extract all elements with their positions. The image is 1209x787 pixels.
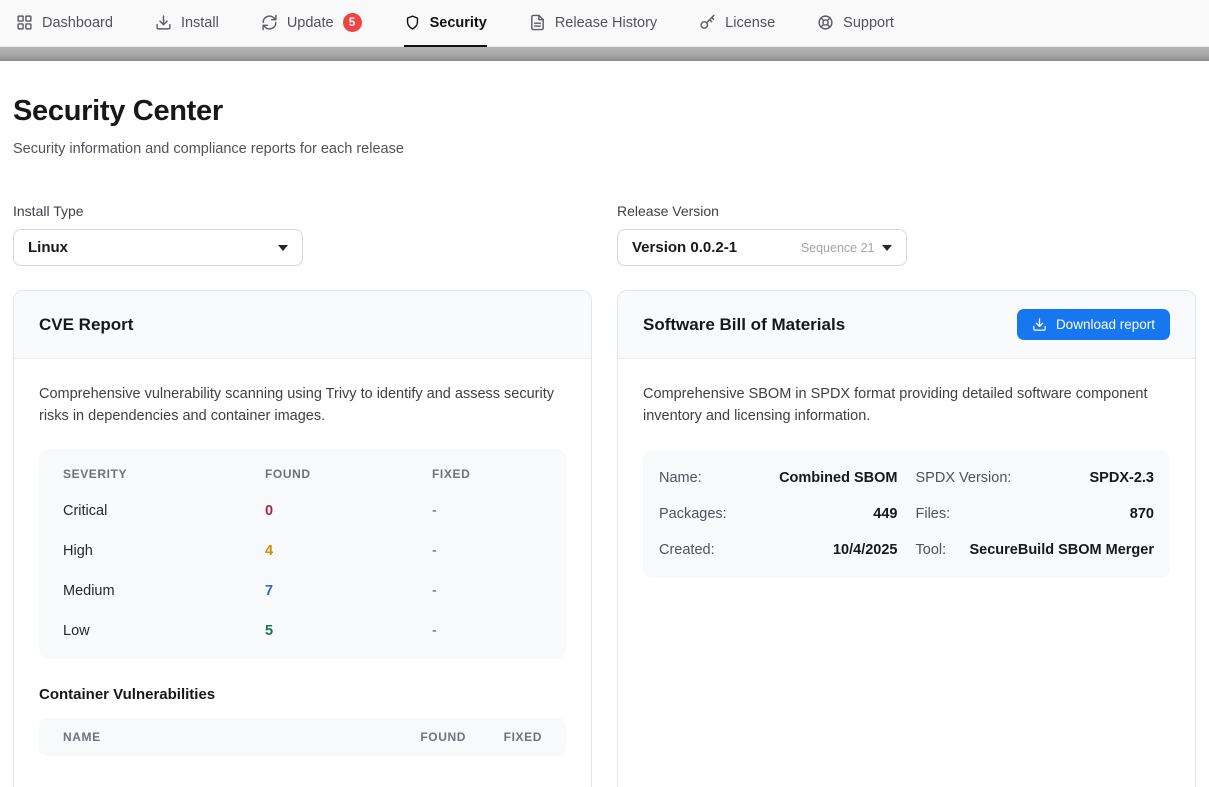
main-content: Security Center Security information and… (0, 95, 1209, 787)
install-type-filter: Install Type Linux (13, 203, 592, 266)
nav-item-dashboard[interactable]: Dashboard (16, 0, 113, 47)
field-value: SecureBuild SBOM Merger (969, 542, 1154, 558)
fixed-count: - (432, 623, 542, 639)
nav-label: Release History (555, 15, 657, 31)
sbom-field-packages: Packages: 449 (659, 496, 898, 532)
nav-item-release-history[interactable]: Release History (529, 0, 657, 47)
field-label: Tool: (916, 542, 947, 558)
top-scroll-shadow (0, 47, 1209, 61)
nav-label: Update (287, 15, 334, 31)
cve-card-title: CVE Report (39, 315, 133, 335)
nav-label: Security (430, 15, 487, 31)
sbom-card-body: Comprehensive SBOM in SPDX format provid… (618, 359, 1195, 603)
nav-item-update[interactable]: Update 5 (261, 0, 362, 47)
field-label: Files: (916, 506, 951, 522)
top-navigation: Dashboard Install Update 5 Security Rele… (0, 0, 1209, 47)
table-row: Critical 0 - (63, 491, 542, 531)
cve-card-header: CVE Report (14, 291, 591, 359)
cve-description: Comprehensive vulnerability scanning usi… (39, 384, 564, 427)
found-count: 4 (265, 543, 432, 559)
fixed-count: - (432, 543, 542, 559)
download-icon (155, 14, 172, 31)
sbom-card-header: Software Bill of Materials Download repo… (618, 291, 1195, 359)
severity-name: Low (63, 623, 265, 639)
field-label: Created: (659, 542, 715, 558)
report-cards: CVE Report Comprehensive vulnerability s… (13, 290, 1196, 787)
nav-label: Support (843, 15, 894, 31)
sbom-field-created: Created: 10/4/2025 (659, 532, 898, 568)
container-vulnerabilities-table-header: NAME FOUND FIXED (39, 718, 566, 756)
dashboard-grid-icon (16, 14, 33, 31)
sbom-card: Software Bill of Materials Download repo… (617, 290, 1196, 787)
nav-item-support[interactable]: Support (817, 0, 894, 47)
severity-name: Medium (63, 583, 265, 599)
found-count: 7 (265, 583, 432, 599)
page-title: Security Center (13, 95, 1196, 128)
severity-name: High (63, 543, 265, 559)
key-icon (699, 14, 716, 31)
filters-row: Install Type Linux Release Version Versi… (13, 203, 1196, 266)
severity-table-header: SEVERITY FOUND FIXED (63, 453, 542, 491)
release-version-label: Release Version (617, 203, 1196, 219)
sbom-field-files: Files: 870 (916, 496, 1155, 532)
cve-card-body: Comprehensive vulnerability scanning usi… (14, 359, 591, 781)
shield-icon (404, 14, 421, 31)
refresh-icon (261, 14, 278, 31)
found-count: 0 (265, 503, 432, 519)
severity-column-header: SEVERITY (63, 467, 265, 481)
download-report-label: Download report (1056, 317, 1155, 332)
field-label: Name: (659, 470, 702, 486)
nav-label: Dashboard (42, 15, 113, 31)
sbom-card-title: Software Bill of Materials (643, 315, 845, 335)
cve-report-card: CVE Report Comprehensive vulnerability s… (13, 290, 592, 787)
update-count-badge: 5 (343, 13, 362, 32)
sbom-field-tool: Tool: SecureBuild SBOM Merger (916, 532, 1155, 568)
nav-label: Install (181, 15, 219, 31)
sbom-info-grid: Name: Combined SBOM SPDX Version: SPDX-2… (643, 450, 1170, 578)
found-count: 5 (265, 623, 432, 639)
release-version-filter: Release Version Version 0.0.2-1 Sequence… (617, 203, 1196, 266)
fixed-column-header: FIXED (432, 467, 542, 481)
lifebuoy-icon (817, 14, 834, 31)
table-row: Low 5 - (63, 611, 542, 651)
field-label: SPDX Version: (916, 470, 1012, 486)
sequence-hint: Sequence 21 (801, 241, 875, 255)
install-type-label: Install Type (13, 203, 592, 219)
nav-item-install[interactable]: Install (155, 0, 219, 47)
fixed-count: - (432, 583, 542, 599)
chevron-down-icon (278, 245, 288, 251)
fixed-column-header: FIXED (490, 730, 542, 744)
field-value: 449 (873, 506, 897, 522)
sbom-field-spdx-version: SPDX Version: SPDX-2.3 (916, 460, 1155, 496)
nav-item-security[interactable]: Security (404, 0, 487, 47)
name-column-header: NAME (63, 730, 378, 744)
table-row: High 4 - (63, 531, 542, 571)
field-value: 870 (1130, 506, 1154, 522)
found-column-header: FOUND (402, 730, 466, 744)
install-type-value: Linux (28, 239, 68, 256)
sbom-description: Comprehensive SBOM in SPDX format provid… (643, 384, 1168, 427)
field-value: 10/4/2025 (833, 542, 898, 558)
release-version-select[interactable]: Version 0.0.2-1 Sequence 21 (617, 229, 907, 266)
found-column-header: FOUND (265, 467, 432, 481)
severity-name: Critical (63, 503, 265, 519)
nav-item-license[interactable]: License (699, 0, 775, 47)
nav-label: License (725, 15, 775, 31)
container-vulnerabilities-title: Container Vulnerabilities (39, 686, 566, 703)
fixed-count: - (432, 503, 542, 519)
field-value: Combined SBOM (779, 470, 897, 486)
severity-table: SEVERITY FOUND FIXED Critical 0 - High 4… (39, 449, 566, 659)
install-type-select[interactable]: Linux (13, 229, 303, 266)
sbom-field-name: Name: Combined SBOM (659, 460, 898, 496)
field-label: Packages: (659, 506, 727, 522)
document-icon (529, 14, 546, 31)
download-icon (1032, 317, 1047, 332)
chevron-down-icon (882, 245, 892, 251)
page-subtitle: Security information and compliance repo… (13, 141, 1196, 157)
release-version-value: Version 0.0.2-1 (632, 239, 737, 256)
table-row: Medium 7 - (63, 571, 542, 611)
download-report-button[interactable]: Download report (1017, 309, 1170, 340)
field-value: SPDX-2.3 (1090, 470, 1154, 486)
